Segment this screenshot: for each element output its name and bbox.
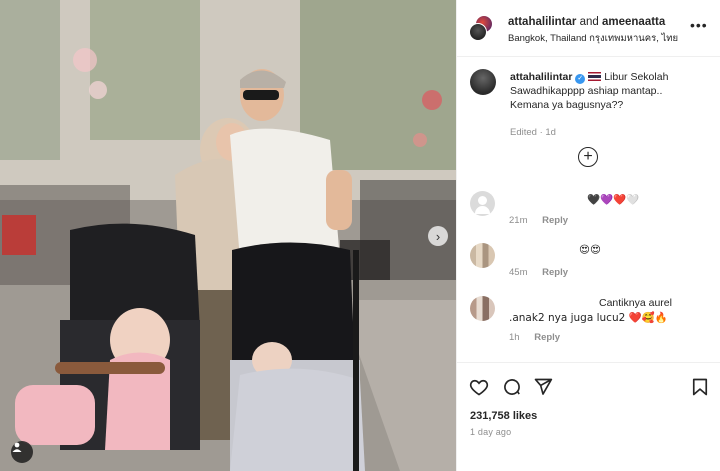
comment-text: 🖤💜❤️🤍 <box>587 194 640 206</box>
comment-text: Cantiknya aurel <box>599 297 672 309</box>
coauthor-username-link[interactable]: ameenaatta <box>602 16 665 28</box>
plus-circle-icon: + <box>583 148 593 165</box>
comment-meta: 21m Reply <box>509 215 568 226</box>
author-avatars[interactable] <box>469 15 495 41</box>
post-header: attahalilintar and ameenaatta Bangkok, T… <box>457 0 720 57</box>
caption-line-3: Kemana ya bagusnya?? <box>510 99 624 111</box>
verified-badge-icon: ✓ <box>575 74 586 84</box>
comment-age[interactable]: 21m <box>509 215 527 226</box>
comment-text: .anak2 nya juga lucu2 ❤️🥰🔥 <box>509 312 668 324</box>
comment-icon[interactable] <box>502 377 522 397</box>
caption-line-1: Libur Sekolah <box>604 71 669 83</box>
post-photo[interactable]: › <box>0 0 456 471</box>
bookmark-icon[interactable] <box>690 377 710 397</box>
authors-joiner: and <box>579 16 599 28</box>
caption-text: attahalilintar ✓ Libur Sekolah Sawadhika… <box>510 70 715 112</box>
heart-icon[interactable] <box>469 377 489 397</box>
avatar[interactable] <box>469 23 487 41</box>
share-icon[interactable] <box>533 377 553 397</box>
post-actions: 231,758 likes 1 day ago <box>457 362 720 471</box>
post-side-panel: attahalilintar and ameenaatta Bangkok, T… <box>456 0 720 471</box>
reply-button[interactable]: Reply <box>542 215 568 226</box>
chevron-right-icon: › <box>435 228 441 244</box>
comment-text: 😍😍 <box>579 244 601 256</box>
avatar[interactable] <box>470 296 495 321</box>
user-tag-icon <box>12 442 22 452</box>
next-photo-button[interactable]: › <box>428 226 448 246</box>
caption-line-2: Sawadhikapppp ashiap mantap.. <box>510 85 663 97</box>
location-link[interactable]: Bangkok, Thailand กรุงเทพมหานคร, ไทย <box>508 31 686 46</box>
avatar[interactable] <box>470 243 495 268</box>
more-horizontal-icon: ••• <box>690 17 708 33</box>
thailand-flag-icon <box>588 72 602 81</box>
post-timestamp[interactable]: 1 day ago <box>470 427 511 437</box>
comment-meta: 1h Reply <box>509 332 560 343</box>
caption-username-link[interactable]: attahalilintar <box>510 71 572 83</box>
caption-age[interactable]: 1d <box>545 127 556 138</box>
post-authors: attahalilintar and ameenaatta <box>508 16 665 28</box>
comments-list[interactable]: attahalilintar ✓ Libur Sekolah Sawadhika… <box>457 58 720 362</box>
likes-count[interactable]: 231,758 likes <box>470 410 537 422</box>
photo-illustration <box>0 0 456 471</box>
avatar[interactable] <box>470 69 496 95</box>
tagged-users-button[interactable] <box>11 441 33 463</box>
caption-meta: Edited · 1d <box>510 127 556 138</box>
more-options-button[interactable]: ••• <box>690 17 708 33</box>
avatar[interactable] <box>470 191 495 216</box>
reply-button[interactable]: Reply <box>534 332 560 343</box>
comment-meta: 45m Reply <box>509 267 568 278</box>
comment-age[interactable]: 45m <box>509 267 527 278</box>
comment-age[interactable]: 1h <box>509 332 520 343</box>
edited-label: Edited <box>510 127 537 138</box>
author-username-link[interactable]: attahalilintar <box>508 16 576 28</box>
reply-button[interactable]: Reply <box>542 267 568 278</box>
load-more-comments-button[interactable]: + <box>578 147 598 167</box>
